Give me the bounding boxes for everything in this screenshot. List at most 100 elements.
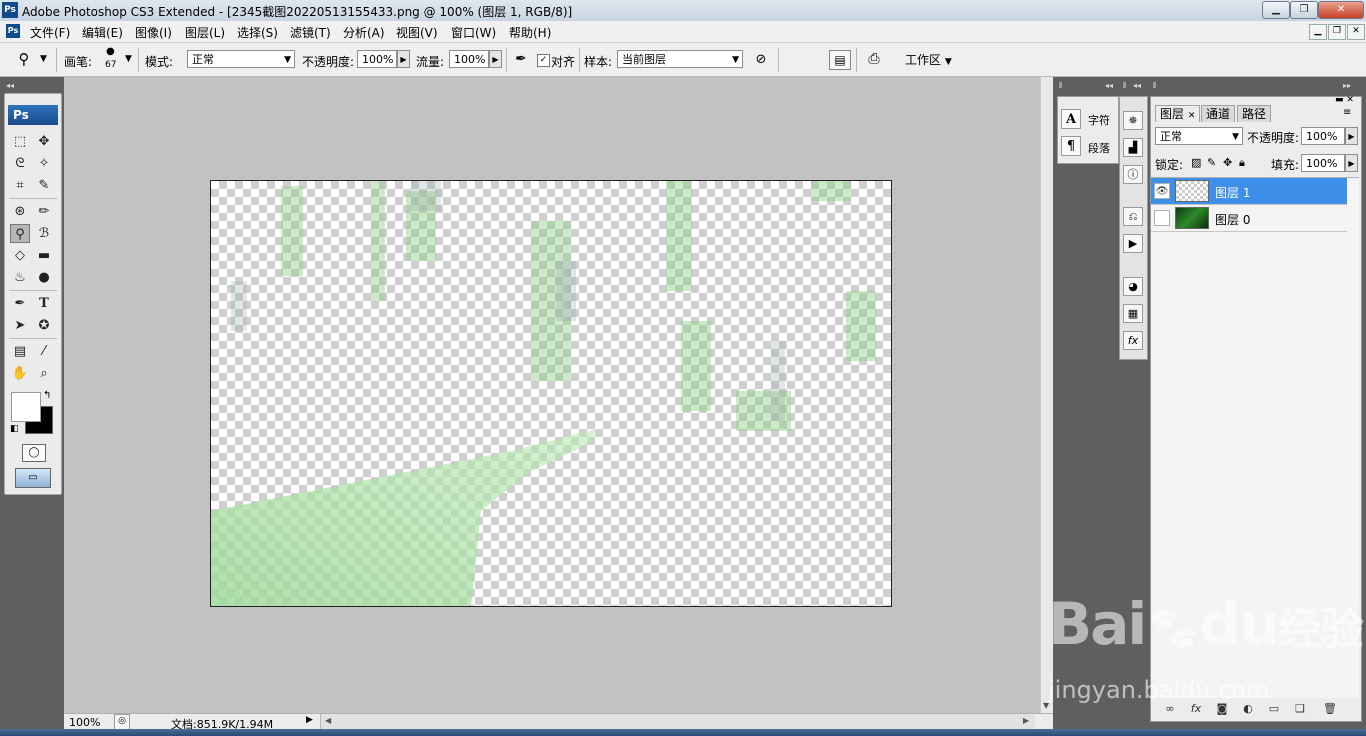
character-panel-icon[interactable]: A xyxy=(1061,109,1081,129)
scroll-right-arrow-icon[interactable]: ▶ xyxy=(1023,716,1029,725)
swatches-icon[interactable]: ▦ xyxy=(1123,304,1143,323)
panel-minimize-icon[interactable]: ▬ ✕ xyxy=(1335,95,1354,105)
ignore-adjustment-layers-icon[interactable]: ⊘ xyxy=(752,52,770,67)
navigator-icon[interactable]: ✵ xyxy=(1123,111,1143,130)
tab-channels[interactable]: 通道 xyxy=(1201,105,1236,122)
eraser-tool-icon[interactable]: ◇ xyxy=(10,246,30,265)
expand-dock-icon[interactable]: ◂◂ xyxy=(1133,81,1141,90)
info-icon[interactable]: ⓘ xyxy=(1123,165,1143,184)
styles-icon[interactable]: fx xyxy=(1123,331,1143,350)
screen-mode-icon[interactable]: ▭ xyxy=(15,468,51,488)
flow-slider-button[interactable]: ▶ xyxy=(489,50,502,68)
move-tool-icon[interactable]: ✥ xyxy=(34,132,54,151)
collapse-toolbox-icon[interactable]: ◂◂ xyxy=(6,81,14,90)
lock-image-icon[interactable]: ✎ xyxy=(1207,156,1216,169)
actions-icon[interactable]: ▶ xyxy=(1123,234,1143,253)
workspace-button[interactable]: 工作区 ▼ xyxy=(905,51,952,68)
brush-tool-icon[interactable]: ✏ xyxy=(34,202,54,221)
character-panel-label[interactable]: 字符 xyxy=(1088,112,1110,128)
visibility-toggle[interactable] xyxy=(1154,210,1170,226)
opacity-slider-button[interactable]: ▶ xyxy=(397,50,410,68)
gradient-tool-icon[interactable]: ▬ xyxy=(34,246,54,265)
menu-filter[interactable]: 滤镜(T) xyxy=(290,24,331,41)
tab-layers[interactable]: 图层 ✕ xyxy=(1155,105,1201,122)
document-restore-button[interactable]: ❐ xyxy=(1328,24,1346,40)
aligned-checkbox[interactable]: ✓ xyxy=(537,54,550,67)
document-canvas[interactable] xyxy=(210,180,892,607)
bridge-icon[interactable]: ⎙ xyxy=(862,51,886,67)
zoom-level[interactable]: 100% xyxy=(69,716,100,729)
document-close-button[interactable]: ✕ xyxy=(1347,24,1365,40)
healing-brush-tool-icon[interactable]: ⊛ xyxy=(10,202,30,221)
opacity-input[interactable]: 100% xyxy=(357,50,397,68)
path-selection-tool-icon[interactable]: ➤ xyxy=(10,316,30,335)
lasso-tool-icon[interactable]: ᘓ xyxy=(10,154,30,173)
marquee-tool-icon[interactable]: ⬚ xyxy=(10,132,30,151)
histogram-icon[interactable]: ▟ xyxy=(1123,138,1143,157)
sample-select[interactable]: 当前图层 ▼ xyxy=(617,50,743,68)
clone-stamp-tool-icon[interactable]: ⚲ xyxy=(10,224,30,243)
history-brush-tool-icon[interactable]: ℬ xyxy=(34,224,54,243)
menu-layer[interactable]: 图层(L) xyxy=(185,24,225,41)
close-icon[interactable]: ✕ xyxy=(1188,111,1196,121)
status-menu-icon[interactable]: ◎ xyxy=(114,714,130,730)
pen-tool-icon[interactable]: ✒ xyxy=(10,294,30,313)
paragraph-panel-icon[interactable]: ¶ xyxy=(1061,136,1081,156)
foreground-color-swatch[interactable] xyxy=(11,392,41,422)
expand-dock-icon[interactable]: ◂◂ xyxy=(1105,81,1113,90)
collapse-dock-icon[interactable]: ▸▸ xyxy=(1343,81,1351,90)
visibility-eye-icon[interactable]: 👁︎ xyxy=(1154,183,1170,199)
layer-opacity-slider-button[interactable]: ▶ xyxy=(1345,127,1358,145)
dodge-tool-icon[interactable]: ● xyxy=(34,268,54,287)
zoom-tool-icon[interactable]: ⌕ xyxy=(34,364,54,383)
clone-stamp-preset-icon[interactable]: ⚲ xyxy=(14,50,34,70)
fill-input[interactable]: 100% xyxy=(1301,154,1345,172)
custom-shape-tool-icon[interactable]: ✪ xyxy=(34,316,54,335)
flow-input[interactable]: 100% xyxy=(449,50,489,68)
status-expand-arrow-icon[interactable]: ▶ xyxy=(306,715,313,725)
maximize-window-button[interactable]: ❐ xyxy=(1290,1,1318,19)
blend-mode-select[interactable]: 正常 ▼ xyxy=(1155,127,1243,145)
lock-transparent-icon[interactable]: ▨ xyxy=(1191,156,1201,169)
document-minimize-button[interactable]: ▁ xyxy=(1309,24,1327,40)
tab-paths[interactable]: 路径 xyxy=(1237,105,1272,122)
fill-slider-button[interactable]: ▶ xyxy=(1345,154,1358,172)
minimize-window-button[interactable]: ▁ xyxy=(1262,1,1290,19)
lock-all-icon[interactable]: 🔒︎ xyxy=(1239,156,1245,170)
new-layer-icon[interactable]: ❏ xyxy=(1291,702,1309,715)
document-icon[interactable]: Ps xyxy=(6,24,20,38)
mode-select[interactable]: 正常 ▼ xyxy=(187,50,295,68)
menu-help[interactable]: 帮助(H) xyxy=(509,24,551,41)
brush-dot-icon[interactable]: ● xyxy=(106,46,115,57)
default-colors-icon[interactable]: ◧ xyxy=(10,424,19,434)
menu-file[interactable]: 文件(F) xyxy=(30,24,70,41)
airbrush-icon[interactable]: ✒ xyxy=(511,51,531,67)
layer-row[interactable]: 图层 0 xyxy=(1151,205,1347,232)
hand-tool-icon[interactable]: ✋ xyxy=(10,364,30,383)
close-window-button[interactable]: ✕ xyxy=(1318,1,1364,19)
menu-select[interactable]: 选择(S) xyxy=(237,24,278,41)
layer-opacity-input[interactable]: 100% xyxy=(1301,127,1345,145)
palette-well-icon[interactable]: ▤ xyxy=(829,50,851,70)
panel-menu-icon[interactable]: ≡ xyxy=(1343,107,1351,118)
menu-analysis[interactable]: 分析(A) xyxy=(343,24,385,41)
swap-colors-icon[interactable]: ↰ xyxy=(43,390,51,401)
horizontal-scrollbar[interactable]: ◀ ▶ xyxy=(320,714,1035,729)
layer-row[interactable]: 👁︎ 图层 1 xyxy=(1151,178,1347,205)
blur-tool-icon[interactable]: ♨ xyxy=(10,268,30,287)
history-icon[interactable]: ⎌ xyxy=(1123,207,1143,226)
delete-layer-icon[interactable]: 🗑︎ xyxy=(1321,702,1339,715)
menu-view[interactable]: 视图(V) xyxy=(396,24,438,41)
slice-tool-icon[interactable]: ✎ xyxy=(34,176,54,195)
crop-tool-icon[interactable]: ⌗ xyxy=(10,176,30,195)
brush-picker-arrow[interactable]: ▼ xyxy=(125,54,132,64)
notes-tool-icon[interactable]: ▤ xyxy=(10,342,30,361)
tool-preset-dropdown-arrow[interactable]: ▼ xyxy=(40,54,47,64)
paragraph-panel-label[interactable]: 段落 xyxy=(1088,140,1110,156)
menu-image[interactable]: 图像(I) xyxy=(135,24,172,41)
menu-window[interactable]: 窗口(W) xyxy=(451,24,496,41)
type-tool-icon[interactable]: T xyxy=(34,294,54,313)
magic-wand-tool-icon[interactable]: ✧ xyxy=(34,154,54,173)
menu-edit[interactable]: 编辑(E) xyxy=(82,24,123,41)
quick-mask-icon[interactable]: ◯ xyxy=(22,444,46,462)
